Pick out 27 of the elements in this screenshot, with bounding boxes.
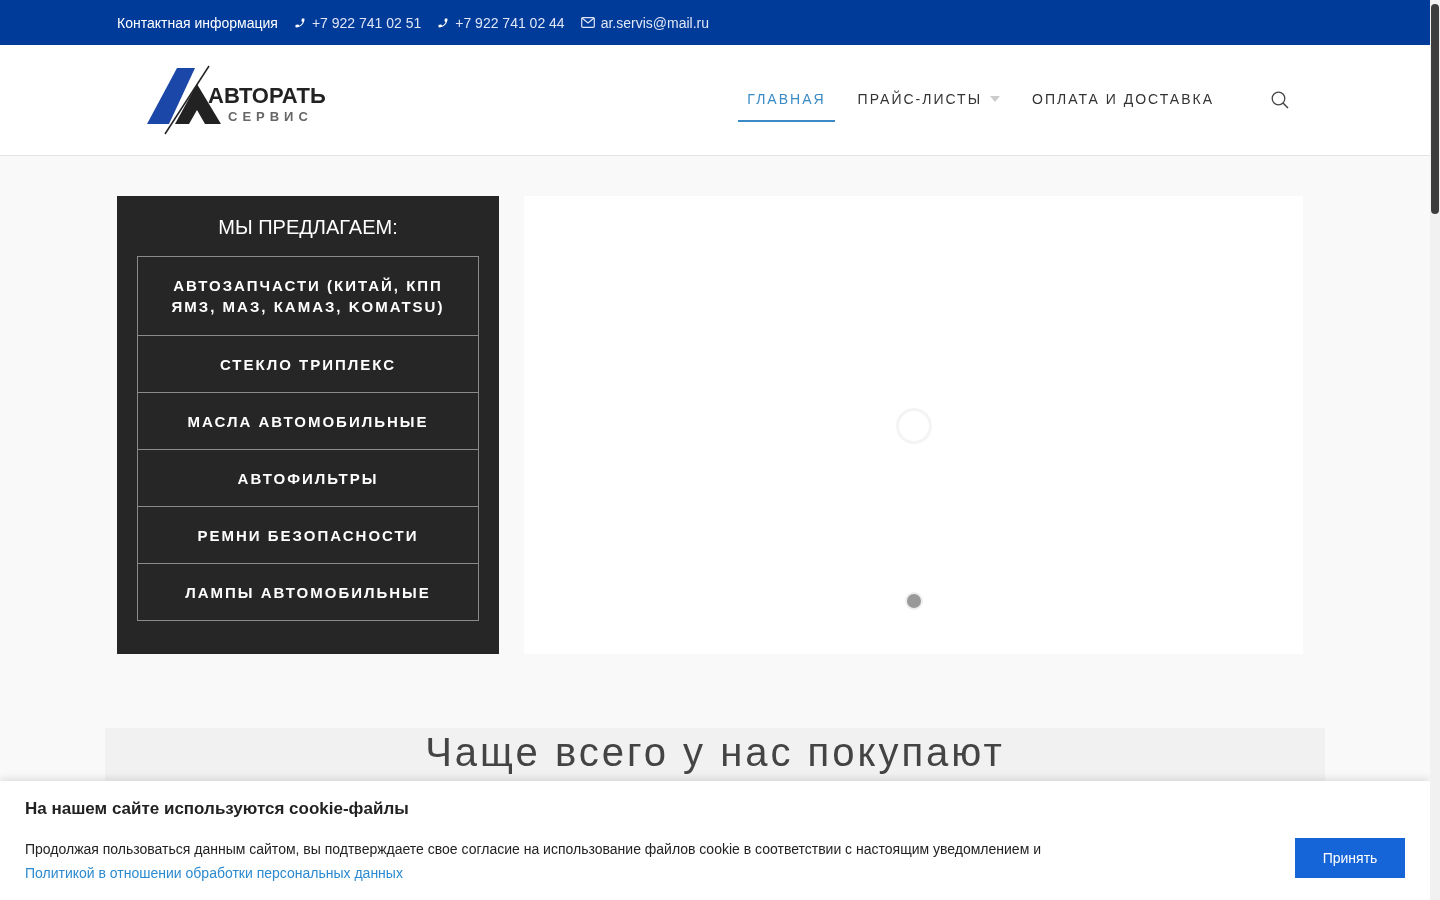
email-link[interactable]: ar.servis@mail.ru <box>600 14 709 31</box>
category-button[interactable]: РЕМНИ БЕЗОПАСНОСТИ <box>137 506 479 564</box>
logo-name: АВТОРАТЬ <box>208 82 326 109</box>
phone-icon <box>293 16 306 29</box>
logo-subtitle: СЕРВИС <box>228 108 314 124</box>
category-button[interactable]: ЛАМПЫ АВТОМОБИЛЬНЫЕ <box>137 563 479 621</box>
phone-number[interactable]: +7 922 741 02 51 <box>311 14 422 31</box>
nav-link[interactable]: ПРАЙС-ЛИСТЫ <box>848 78 1010 122</box>
section-title: Чаще всего у нас покупают <box>425 730 1005 774</box>
mail-icon <box>580 17 595 28</box>
category-button[interactable]: МАСЛА АВТОМОБИЛЬНЫЕ <box>137 392 479 450</box>
policy-link[interactable]: Политикой в отношении обработки персональных данных <box>25 865 403 881</box>
scrollbar[interactable] <box>1430 0 1440 900</box>
cookie-text: Продолжая пользоваться данным сайтом, вы подтверждаете свое согласие на использование файлов cookie в соответствии с настоящим уведомлением и Политикой в отношении обработки персональных данных <box>25 840 1042 883</box>
nav-link[interactable]: ОПЛАТА И ДОСТАВКА <box>1023 78 1223 122</box>
category-button[interactable]: АВТОФИЛЬТРЫ <box>137 449 479 507</box>
contact-label: Контактная информация <box>117 14 278 31</box>
cookie-title: На нашем сайте используются cookie-файлы <box>25 799 410 819</box>
category-button[interactable]: СТЕКЛО ТРИПЛЕКС <box>137 335 479 393</box>
phone-number[interactable]: +7 922 741 02 44 <box>455 14 565 31</box>
panel-title: МЫ ПРЕДЛАГАЕМ: <box>217 216 399 239</box>
slider-dot[interactable] <box>906 594 921 608</box>
search-icon[interactable] <box>1271 91 1289 109</box>
category-button[interactable]: АВТОЗАПЧАСТИ (КИТАЙ, КПП ЯМЗ, МАЗ, КАМАЗ, KOMATSU) <box>137 256 479 336</box>
phone-icon <box>437 16 450 29</box>
nav-link[interactable]: ГЛАВНАЯ <box>738 78 835 122</box>
accept-button[interactable]: Принять <box>1295 838 1405 878</box>
